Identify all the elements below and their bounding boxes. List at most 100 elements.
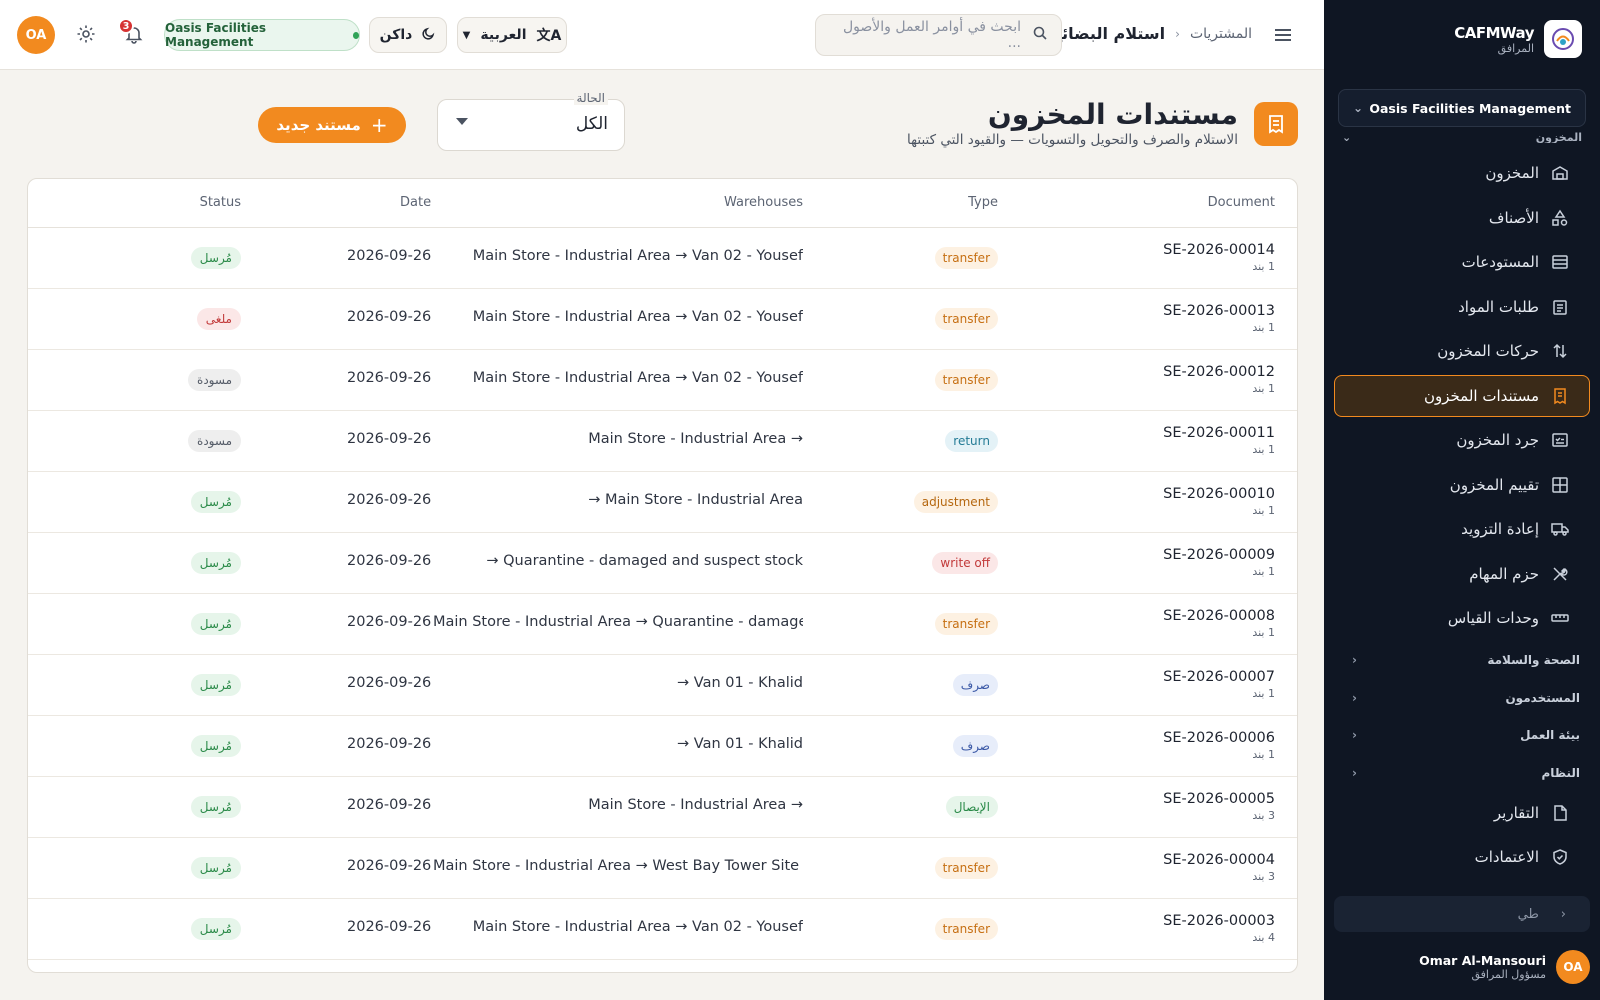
document-number[interactable]: SE-2026-00004	[1163, 852, 1275, 868]
table-row[interactable]: SE-2026-00013 1 بند transfer Main Store - I…	[28, 289, 1297, 350]
sidebar-item-warehouses[interactable]: المستودعات	[1334, 241, 1590, 283]
document-number[interactable]: SE-2026-00008	[1163, 608, 1275, 624]
arrows-updown-icon	[1551, 342, 1569, 360]
avatar[interactable]: OA	[17, 16, 55, 54]
documents-table: Document Type Warehouses Date Status SE-…	[27, 178, 1298, 973]
nav-group-system[interactable]: النظام ‹	[1334, 754, 1590, 792]
sidebar-item-stock-valuation[interactable]: تقييم المخزون	[1334, 464, 1590, 506]
table-row[interactable]: SE-2026-00010 1 بند adjustment → Main Store…	[28, 472, 1297, 533]
sidebar-nav: المخزون الأصناف المستودعات طلبات المواد …	[1334, 152, 1590, 881]
chevron-left-icon: ‹	[1352, 690, 1357, 705]
nav-group-label: المخزون	[1535, 131, 1582, 143]
document-number[interactable]: SE-2026-00013	[1163, 303, 1275, 319]
table-row[interactable]: SE-2026-00007 1 بند صرف → Van 01 - Khalid 20…	[28, 655, 1297, 716]
sidebar-item-stock-count[interactable]: جرد المخزون	[1334, 419, 1590, 461]
type-badge: transfer	[934, 613, 998, 635]
nav-group-inventory[interactable]: المخزون ⌄	[1342, 131, 1582, 143]
document-number[interactable]: SE-2026-00007	[1163, 669, 1275, 685]
status-filter-select[interactable]: الحالة الكل	[437, 91, 625, 151]
warehouses-cell: → Main Store - Industrial Area	[588, 492, 803, 508]
status-badge: مسودة	[188, 430, 241, 452]
date-cell: 2026-09-26	[347, 736, 432, 752]
table-row[interactable]: SE-2026-00005 3 بند الإيصال Main Store - In…	[28, 777, 1297, 838]
type-badge: return	[945, 430, 998, 452]
warehouses-cell: Main Store - Industrial Area → Van 02 - …	[472, 248, 803, 264]
nav-group-health-safety[interactable]: الصحة والسلامة ‹	[1334, 642, 1590, 680]
notifications-bell-icon[interactable]: 3	[118, 18, 146, 46]
date-cell: 2026-09-26	[347, 431, 432, 447]
language-label: العربية	[480, 27, 527, 43]
column-header-date[interactable]: Date	[400, 195, 431, 210]
document-number[interactable]: SE-2026-00009	[1163, 547, 1275, 563]
document-number[interactable]: SE-2026-00012	[1163, 364, 1275, 380]
sidebar-item-reports[interactable]: التقارير	[1334, 792, 1590, 834]
status-badge: ملغى	[196, 308, 241, 330]
clipboard-icon	[1551, 298, 1569, 316]
sidebar-item-items[interactable]: الأصناف	[1334, 197, 1590, 239]
org-status-badge[interactable]: Oasis Facilities Management	[164, 19, 360, 51]
document-number[interactable]: SE-2026-00005	[1163, 791, 1275, 807]
sidebar-item-replenishment[interactable]: إعادة التزويد	[1334, 508, 1590, 550]
status-badge: مُرسل	[190, 613, 241, 635]
language-selector[interactable]: ▼ العربية 文A	[457, 17, 567, 53]
column-header-warehouses[interactable]: Warehouses	[724, 195, 803, 210]
table-header: Document Type Warehouses Date Status	[28, 179, 1297, 228]
nav-group-users[interactable]: المستخدمون ‹	[1334, 679, 1590, 717]
search-icon	[1033, 26, 1047, 44]
status-badge: مُرسل	[190, 247, 241, 269]
breadcrumb-parent[interactable]: المشتريات	[1190, 26, 1252, 42]
org-selector[interactable]: Oasis Facilities Management ⌄	[1338, 89, 1586, 127]
column-header-type[interactable]: Type	[968, 195, 998, 210]
theme-toggle[interactable]: داكن	[369, 17, 447, 53]
table-row[interactable]: SE-2026-00006 1 بند صرف → Van 01 - Khalid 20…	[28, 716, 1297, 777]
sidebar-item-units-of-measure[interactable]: وحدات القياس	[1334, 597, 1590, 639]
sidebar-item-label: المخزون	[1485, 164, 1539, 182]
document-number[interactable]: SE-2026-00010	[1163, 486, 1275, 502]
type-badge: transfer	[934, 308, 998, 330]
tools-icon	[1551, 565, 1569, 583]
chevron-down-icon: ⌄	[1342, 131, 1352, 143]
nav-group-workspace[interactable]: بيئة العمل ‹	[1334, 717, 1590, 755]
date-cell: 2026-09-26	[347, 614, 432, 630]
status-filter-value: الكل	[575, 114, 608, 134]
sidebar-item-task-kits[interactable]: حزم المهام	[1334, 553, 1590, 595]
column-header-document[interactable]: Document	[1208, 195, 1275, 210]
sidebar-item-stock-movements[interactable]: حركات المخزون	[1334, 330, 1590, 372]
table-row[interactable]: SE-2026-00004 3 بند transfer Main Store - I…	[28, 838, 1297, 899]
chevron-left-icon: ‹	[1352, 765, 1357, 780]
checklist-icon	[1551, 431, 1569, 449]
table-row[interactable]: SE-2026-00003 4 بند transfer Main Store - I…	[28, 899, 1297, 960]
menu-icon[interactable]	[1272, 24, 1294, 46]
column-header-status[interactable]: Status	[200, 195, 241, 210]
gear-icon[interactable]	[76, 24, 98, 46]
warehouses-cell: Main Store - Industrial Area → West Bay …	[433, 858, 803, 874]
sidebar-item-inventory[interactable]: المخزون	[1334, 152, 1590, 194]
search-input[interactable]: ابحث في أوامر العمل والأصول ...	[815, 14, 1062, 56]
sidebar-item-approvals[interactable]: الاعتمادات	[1334, 836, 1590, 878]
collapse-label: طي	[1517, 906, 1539, 922]
table-row[interactable]: SE-2026-00009 1 بند write off → Quarantine …	[28, 533, 1297, 594]
document-number[interactable]: SE-2026-00006	[1163, 730, 1275, 746]
table-body: SE-2026-00014 1 بند transfer Main Store - I…	[28, 228, 1297, 960]
table-row[interactable]: SE-2026-00008 1 بند transfer Main Store - I…	[28, 594, 1297, 655]
table-row[interactable]: SE-2026-00014 1 بند transfer Main Store - I…	[28, 228, 1297, 289]
document-number[interactable]: SE-2026-00014	[1163, 242, 1275, 258]
sidebar-item-material-requests[interactable]: طلبات المواد	[1334, 286, 1590, 328]
brand[interactable]: CAFMWay المرافق	[1454, 20, 1582, 58]
new-document-button[interactable]: + مستند جديد	[258, 107, 406, 143]
collapse-sidebar-button[interactable]: ‹ طي	[1334, 896, 1590, 932]
page-subtitle: الاستلام والصرف والتحويل والتسويات — وال…	[907, 132, 1238, 148]
date-cell: 2026-09-26	[347, 248, 432, 264]
brand-subtitle: المرافق	[1497, 41, 1534, 55]
status-badge: مسودة	[188, 369, 241, 391]
nav-group-label: الصحة والسلامة	[1487, 653, 1580, 668]
table-row[interactable]: SE-2026-00012 1 بند transfer Main Store - I…	[28, 350, 1297, 411]
document-line-count: 3 بند	[1252, 870, 1275, 883]
user-profile[interactable]: OA Omar Al-Mansouri مسؤول المرافق	[1419, 950, 1590, 984]
document-number[interactable]: SE-2026-00011	[1163, 425, 1275, 441]
table-row[interactable]: SE-2026-00011 1 بند return Main Store - Ind…	[28, 411, 1297, 472]
document-line-count: 1 بند	[1252, 748, 1275, 761]
sidebar-item-stock-documents[interactable]: مستندات المخزون	[1334, 374, 1590, 417]
type-badge: صرف	[952, 735, 998, 757]
document-number[interactable]: SE-2026-00003	[1163, 913, 1275, 929]
